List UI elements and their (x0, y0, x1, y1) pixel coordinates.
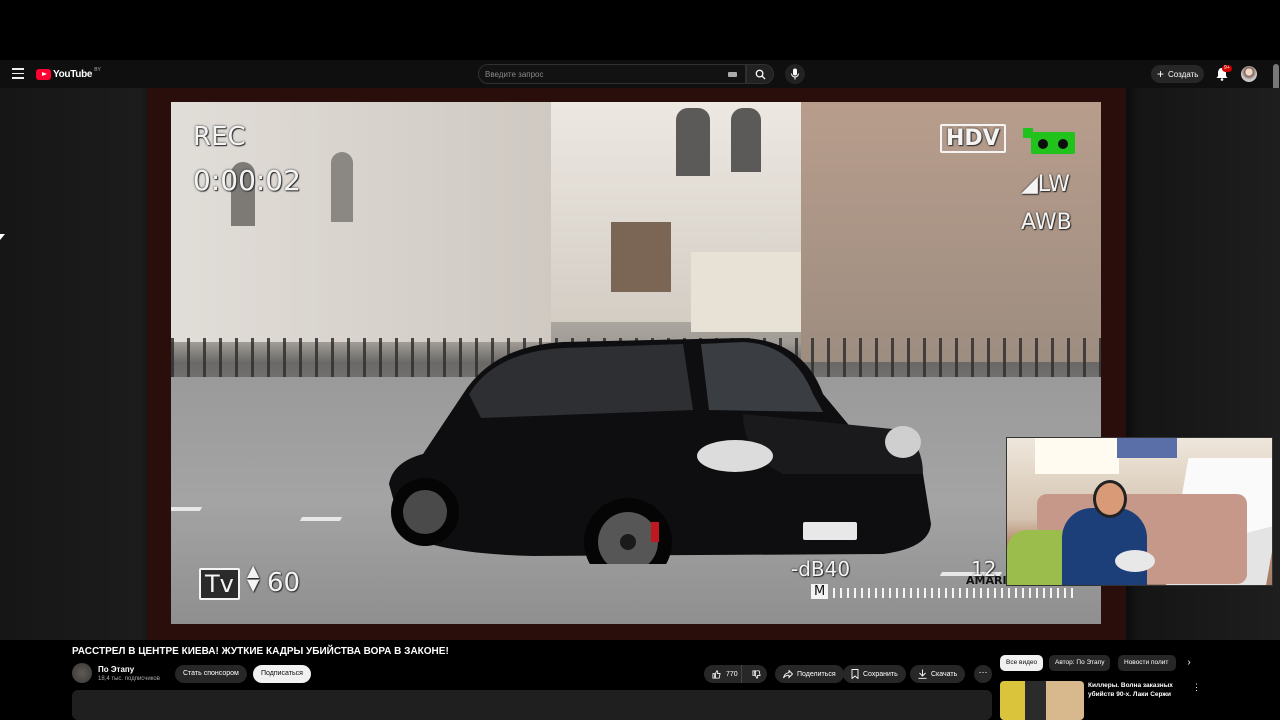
subscriber-count: 18,4 тыс. подписчиков (98, 676, 160, 682)
youtube-logo[interactable]: YouTube BY (36, 67, 101, 81)
masthead: YouTube BY + Создать 9+ (0, 60, 1280, 88)
download-button[interactable]: Скачать (910, 665, 966, 683)
black-suv (389, 338, 931, 564)
like-button[interactable]: 770 (704, 665, 743, 683)
create-label: Создать (1168, 69, 1199, 79)
osd-lw: ◢LW (1021, 172, 1070, 197)
create-button[interactable]: + Создать (1151, 65, 1204, 83)
mouse-cursor (0, 234, 5, 240)
logo-country-code: BY (94, 67, 101, 73)
youtube-play-icon (36, 68, 51, 80)
webcam-plate (1115, 550, 1155, 572)
window (676, 108, 710, 176)
osd-awb: AWB (1021, 210, 1072, 235)
dislike-button[interactable] (746, 665, 767, 683)
search-input[interactable] (485, 69, 725, 80)
webcam-overlay (1006, 437, 1273, 586)
osd-rec: REC (193, 122, 246, 152)
lane-marking (299, 517, 343, 521)
voice-search-button[interactable] (785, 64, 805, 84)
osd-hdv-badge: HDV (940, 124, 1006, 153)
osd-lw-text: LW (1037, 172, 1070, 197)
recommended-more-icon[interactable]: ⋮ (1192, 682, 1201, 693)
notification-badge: 9+ (1222, 65, 1232, 72)
save-label: Сохранить (863, 670, 898, 678)
account-avatar[interactable] (1241, 66, 1257, 82)
kiosk (611, 222, 671, 292)
lane-marking (171, 507, 203, 511)
kiosk-window (691, 252, 801, 332)
channel-name[interactable]: По Этапу (98, 665, 134, 674)
like-dislike-group: 770 (704, 665, 767, 683)
download-label: Скачать (931, 670, 958, 678)
chevron-right-icon[interactable]: › (1183, 657, 1195, 669)
join-sponsor-button[interactable]: Стать спонсором (175, 665, 247, 683)
plus-icon: + (1157, 67, 1165, 81)
channel-avatar[interactable] (72, 663, 92, 683)
osd-tv-mode: Tv (199, 568, 240, 600)
like-count: 770 (726, 670, 738, 678)
subscribe-button[interactable]: Подписаться (253, 665, 311, 683)
webcam-person-head (1093, 480, 1127, 518)
window (731, 108, 761, 172)
osd-db: -dB40 (791, 557, 851, 581)
keyboard-icon[interactable] (728, 72, 737, 77)
recommended-thumbnail[interactable] (1000, 681, 1084, 720)
search-button[interactable] (746, 64, 774, 84)
share-button[interactable]: Поделиться (775, 665, 844, 683)
osd-frame-number: 12 (971, 557, 997, 581)
recommended-title[interactable]: Киллеры. Волна заказных убийств 90-х. Ла… (1088, 681, 1184, 699)
webcam-person-body (1062, 508, 1147, 585)
search-box (478, 64, 746, 84)
thumbs-down-icon (752, 669, 761, 679)
logo-text: YouTube (53, 68, 93, 80)
osd-shutter-value: 60 (267, 568, 301, 598)
description-box[interactable] (72, 690, 992, 720)
osd-level-meter (833, 588, 1073, 598)
share-label: Поделиться (797, 670, 836, 678)
webcam-poster (1117, 438, 1177, 458)
search-icon (755, 69, 766, 80)
menu-icon[interactable] (12, 68, 24, 80)
top-letterbox (0, 0, 1280, 60)
chip-news[interactable]: Новости полит (1118, 655, 1176, 671)
osd-timecode: 0:00:02 (193, 164, 301, 197)
share-arrow-icon (783, 669, 793, 679)
save-button[interactable]: Сохранить (843, 665, 906, 683)
window (331, 152, 353, 222)
chip-author[interactable]: Автор: По Этапу (1049, 655, 1111, 671)
more-actions-button[interactable]: ⋯ (974, 665, 992, 683)
bookmark-icon (851, 669, 859, 679)
download-icon (918, 669, 927, 679)
thumbs-up-icon (712, 669, 721, 679)
tape-battery-icon (1023, 128, 1075, 154)
microphone-icon (791, 68, 799, 80)
chip-all-videos[interactable]: Все видео (1000, 655, 1044, 671)
video-frame[interactable]: AMARI REC 0:00:02 HDV ◢LW AWB Tv ▲ ▼ 60 -… (171, 102, 1101, 624)
video-title: РАССТРЕЛ В ЦЕНТРЕ КИЕВА! ЖУТКИЕ КАДРЫ УБ… (72, 646, 449, 657)
osd-m: M (811, 584, 829, 599)
webcam-window-light (1035, 438, 1119, 474)
osd-adjust-arrows: ▲ ▼ (247, 561, 260, 594)
